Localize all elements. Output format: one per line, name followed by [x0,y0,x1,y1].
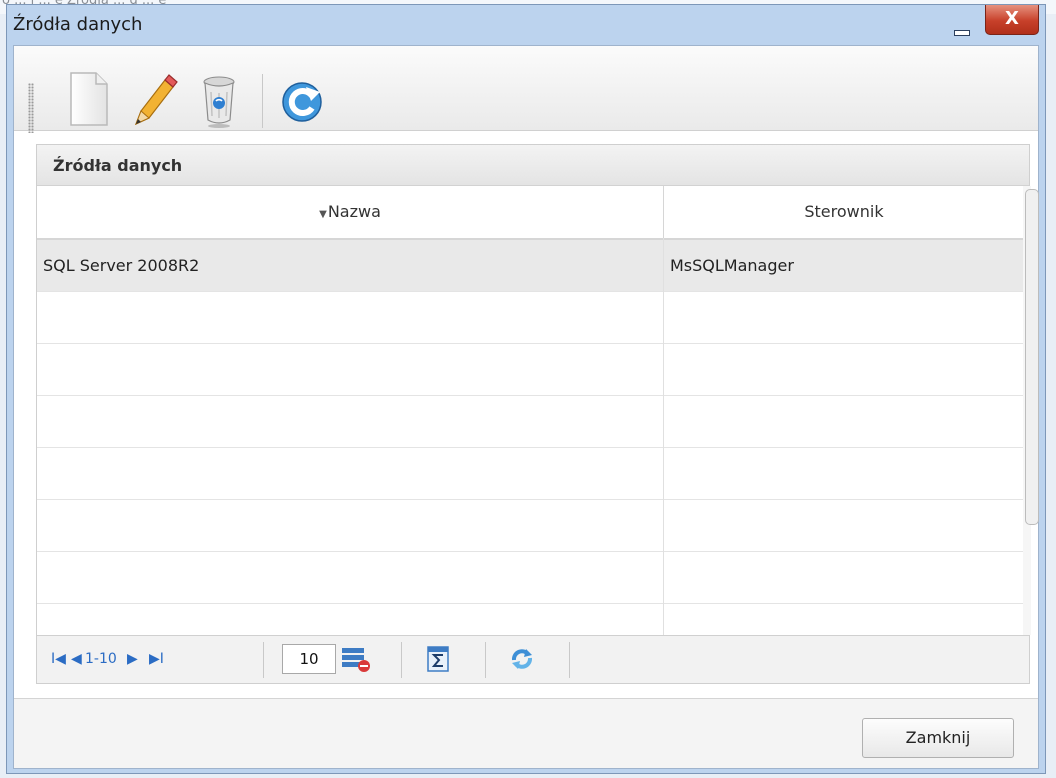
table-row[interactable] [37,292,1023,344]
table-row[interactable] [37,604,1023,635]
cell-sterownik [670,448,1020,499]
grid-rows: SQL Server 2008R2 MsSQLManager [37,240,1023,635]
close-icon: X [1005,8,1019,29]
pencil-edit-icon [134,74,178,126]
sum-button[interactable] [423,644,453,674]
delete-button[interactable] [194,70,244,128]
page-size-input[interactable] [282,644,336,674]
close-window-button[interactable]: X [985,5,1039,35]
column-label-nazwa: Nazwa [327,202,381,221]
close-dialog-button[interactable]: Zamknij [862,718,1014,758]
refresh-button[interactable] [278,70,328,128]
sort-descending-icon: ▼ [319,209,327,220]
refresh-grid-button[interactable] [507,644,537,674]
cell-sterownik [670,500,1020,551]
data-sources-panel: Źródła danych ▼Nazwa Sterownik SQL Serve… [36,144,1039,684]
cell-sterownik [670,292,1020,343]
new-button[interactable] [64,70,114,128]
pager-separator [401,642,402,678]
grid-header: ▼Nazwa Sterownik [37,186,1023,240]
toolbar-separator [262,74,263,128]
column-divider [663,238,664,635]
last-page-button[interactable]: ▶I [149,650,164,668]
next-page-button[interactable]: ▶ [127,650,138,668]
pager: I◀ ◀ 1-10 ▶ ▶I [37,635,1029,683]
recycle-bin-icon [203,76,235,128]
page-range: 1-10 [85,651,117,667]
minimize-button[interactable] [943,11,979,39]
cell-sterownik [670,396,1020,447]
panel-title: Źródła danych [53,156,183,175]
cell-sterownik: MsSQLManager [670,256,794,275]
cell-nazwa [43,344,659,395]
column-label-sterownik: Sterownik [804,202,884,221]
dialog-body: Źródła danych ▼Nazwa Sterownik SQL Serve… [13,45,1039,769]
toolbar [14,46,1038,133]
cell-nazwa [43,448,659,499]
cell-nazwa [43,552,659,603]
column-header-nazwa[interactable]: ▼Nazwa [37,186,664,238]
table-row[interactable] [37,448,1023,500]
table-row[interactable] [37,500,1023,552]
toolbar-grip[interactable] [28,83,34,133]
refresh-icon [282,82,322,122]
sum-icon [427,646,449,672]
new-document-icon [70,72,108,126]
cell-sterownik [670,604,1020,635]
cell-nazwa [43,604,659,635]
title-bar[interactable]: Źródła danych X [7,5,1045,45]
table-row[interactable] [37,552,1023,604]
pager-separator [569,642,570,678]
table-row[interactable] [37,396,1023,448]
cell-sterownik [670,344,1020,395]
cell-nazwa [43,396,659,447]
edit-button[interactable] [128,70,178,128]
first-page-button[interactable]: I◀ [51,650,66,668]
refresh-grid-icon [512,649,532,669]
cell-nazwa [43,292,659,343]
previous-page-button[interactable]: ◀ [71,650,82,668]
column-header-sterownik[interactable]: Sterownik [664,186,1024,238]
pager-separator [485,642,486,678]
cell-nazwa [43,500,659,551]
pager-separator [263,642,264,678]
scrollbar-thumb[interactable] [1025,189,1039,525]
panel-header: Źródła danych [37,145,1029,186]
window-title: Źródła danych [13,14,143,35]
dialog-window: Źródła danych X Źródła danych ▼Nazwa Ste… [6,4,1046,774]
page-size-grid-icon [342,648,370,672]
cell-nazwa: SQL Server 2008R2 [43,256,200,275]
table-row[interactable]: SQL Server 2008R2 MsSQLManager [37,240,1023,292]
page-size-apply-button[interactable] [340,644,370,674]
cell-sterownik [670,552,1020,603]
table-row[interactable] [37,344,1023,396]
